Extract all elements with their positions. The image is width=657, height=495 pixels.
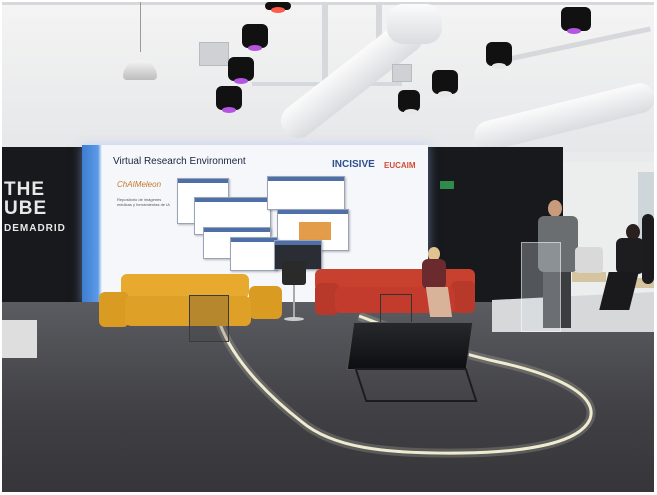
event-photo: THE UBE DEMADRID Virtual Research Enviro… <box>2 2 654 492</box>
audience-chair <box>572 272 606 282</box>
bag <box>575 247 603 273</box>
person-legs <box>599 272 639 310</box>
seated-woman <box>420 247 453 319</box>
sofa-seat <box>125 296 251 326</box>
person-body <box>422 259 446 289</box>
seated-audience-member <box>642 214 654 284</box>
person-head <box>548 200 562 217</box>
seated-audience-member <box>599 224 644 312</box>
stage-monitor <box>346 322 478 404</box>
stool-base <box>284 317 304 321</box>
sofa-back <box>121 274 249 298</box>
person-body <box>616 238 644 274</box>
stool-stem <box>293 285 295 319</box>
person-legs <box>425 287 453 317</box>
side-table <box>189 295 229 342</box>
sofa-arm <box>249 286 282 319</box>
stool-back <box>282 261 306 285</box>
monitor-stand <box>354 368 478 402</box>
monitor-body <box>346 322 474 370</box>
glass-podium <box>521 242 561 332</box>
stool <box>282 261 306 323</box>
